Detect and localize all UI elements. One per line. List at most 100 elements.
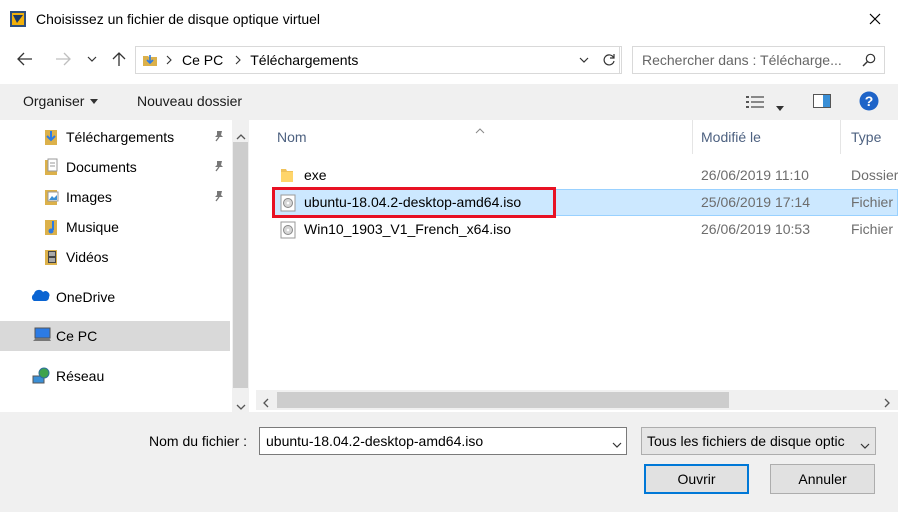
scroll-left-arrow[interactable] [263, 395, 269, 411]
documents-icon [44, 158, 62, 176]
file-modified: 26/06/2019 10:53 [701, 221, 810, 237]
virtualbox-app-icon [9, 10, 27, 28]
file-modified: 25/06/2019 17:14 [701, 194, 810, 210]
refresh-icon [603, 54, 615, 66]
filename-history-dropdown[interactable] [612, 435, 622, 451]
file-row[interactable]: Win10_1903_V1_French_x64.iso 26/06/2019 … [272, 216, 898, 243]
column-header-type[interactable]: Type [851, 120, 881, 154]
file-row[interactable]: exe 26/06/2019 11:10 Dossier [272, 162, 898, 189]
column-header-modified[interactable]: Modifié le [701, 120, 761, 154]
address-history-dropdown[interactable] [572, 46, 596, 74]
svg-text:?: ? [865, 93, 874, 109]
new-folder-button[interactable]: Nouveau dossier [137, 93, 242, 109]
file-list: Nom Modifié le Type exe 26/06/2019 11:10… [256, 120, 898, 412]
close-button[interactable] [852, 0, 898, 38]
sidebar-item-documents[interactable]: Documents [0, 152, 230, 182]
filename-value: ubuntu-18.04.2-desktop-amd64.iso [266, 433, 484, 449]
view-options-button[interactable] [745, 95, 765, 112]
file-type: Dossier [851, 167, 898, 183]
organize-label: Organiser [23, 93, 85, 109]
breadcrumb-this-pc[interactable]: Ce PC [182, 52, 223, 68]
sidebar-item-music[interactable]: Musique [0, 212, 230, 242]
column-header-name[interactable]: Nom [277, 120, 307, 154]
navigation-pane: Téléchargements Documents Images Musique [0, 120, 232, 412]
open-button[interactable]: Ouvrir [644, 464, 749, 494]
file-type: Fichier [851, 221, 894, 237]
sort-indicator-icon [475, 121, 485, 137]
title-bar: Choisissez un fichier de disque optique … [0, 0, 898, 38]
file-modified: 26/06/2019 11:10 [701, 167, 809, 183]
navigation-pane-scrollbar[interactable] [232, 120, 249, 412]
sidebar-item-label: Images [66, 189, 112, 205]
chevron-left-icon [263, 398, 269, 408]
scroll-down-arrow[interactable] [236, 397, 246, 413]
pin-icon [213, 189, 225, 205]
column-divider[interactable] [692, 120, 693, 154]
sidebar-item-images[interactable]: Images [0, 182, 230, 212]
scroll-up-arrow[interactable] [236, 127, 246, 143]
dialog-footer: Nom du fichier : ubuntu-18.04.2-desktop-… [0, 412, 898, 512]
view-options-dropdown[interactable] [776, 98, 784, 114]
chevron-down-icon [236, 404, 246, 410]
images-icon [44, 188, 62, 206]
music-icon [44, 218, 62, 236]
arrow-up-icon [112, 52, 126, 66]
folder-icon [280, 167, 296, 185]
downloads-folder-icon [142, 52, 158, 68]
scroll-thumb[interactable] [277, 392, 729, 408]
refresh-button[interactable] [596, 46, 622, 74]
help-button[interactable]: ? [859, 91, 879, 114]
close-icon [869, 13, 881, 25]
window-title: Choisissez un fichier de disque optique … [36, 11, 321, 27]
sidebar-item-label: Ce PC [56, 328, 98, 344]
up-button[interactable] [108, 48, 130, 70]
chevron-up-icon [236, 134, 246, 140]
file-list-scrollbar[interactable] [256, 390, 898, 410]
scroll-right-arrow[interactable] [884, 395, 890, 411]
filename-label: Nom du fichier : [149, 433, 248, 449]
sidebar-item-onedrive[interactable]: OneDrive [0, 282, 230, 312]
chevron-down-icon [87, 56, 97, 62]
cancel-button[interactable]: Annuler [770, 464, 875, 494]
sidebar-item-label: OneDrive [56, 289, 116, 305]
preview-pane-button[interactable] [813, 94, 831, 111]
search-icon [862, 53, 876, 67]
organize-button[interactable]: Organiser [23, 93, 99, 109]
sidebar-item-downloads[interactable]: Téléchargements [0, 122, 230, 152]
search-placeholder: Rechercher dans : Télécharge... [642, 52, 842, 68]
arrow-right-icon [56, 52, 71, 66]
recent-locations-button[interactable] [84, 48, 100, 70]
network-icon [31, 367, 50, 385]
sidebar-item-videos[interactable]: Vidéos [0, 242, 230, 272]
sidebar-item-network[interactable]: Réseau [0, 361, 230, 391]
back-button[interactable] [14, 48, 36, 70]
file-type: Fichier [851, 194, 894, 210]
breadcrumb-separator-icon [166, 55, 172, 65]
address-bar[interactable]: Ce PC Téléchargements [135, 46, 620, 74]
disc-image-icon [280, 221, 296, 239]
onedrive-icon [30, 288, 50, 306]
file-type-filter-select[interactable]: Tous les fichiers de disque optic [641, 427, 876, 455]
pin-icon [213, 129, 225, 145]
pin-icon [213, 159, 225, 175]
file-type-filter-value: Tous les fichiers de disque optic [647, 433, 845, 449]
arrow-left-icon [17, 52, 32, 66]
details-view-icon [746, 96, 764, 108]
sidebar-item-label: Téléchargements [66, 129, 175, 145]
column-divider[interactable] [840, 120, 841, 154]
sidebar-item-label: Réseau [56, 368, 105, 384]
forward-button[interactable] [52, 48, 74, 70]
search-input[interactable]: Rechercher dans : Télécharge... [632, 46, 885, 74]
videos-icon [44, 248, 62, 266]
scroll-thumb[interactable] [233, 142, 248, 388]
caret-down-icon [90, 98, 99, 104]
sidebar-item-label: Vidéos [66, 249, 109, 265]
sidebar-item-label: Documents [66, 159, 137, 175]
chevron-right-icon [884, 398, 890, 408]
caret-down-icon [776, 106, 784, 111]
chevron-down-icon [612, 442, 622, 448]
filename-input[interactable]: ubuntu-18.04.2-desktop-amd64.iso [259, 427, 627, 455]
breadcrumb-downloads[interactable]: Téléchargements [250, 52, 358, 68]
breadcrumb-separator-icon [235, 55, 242, 65]
sidebar-item-this-pc[interactable]: Ce PC [0, 321, 230, 351]
